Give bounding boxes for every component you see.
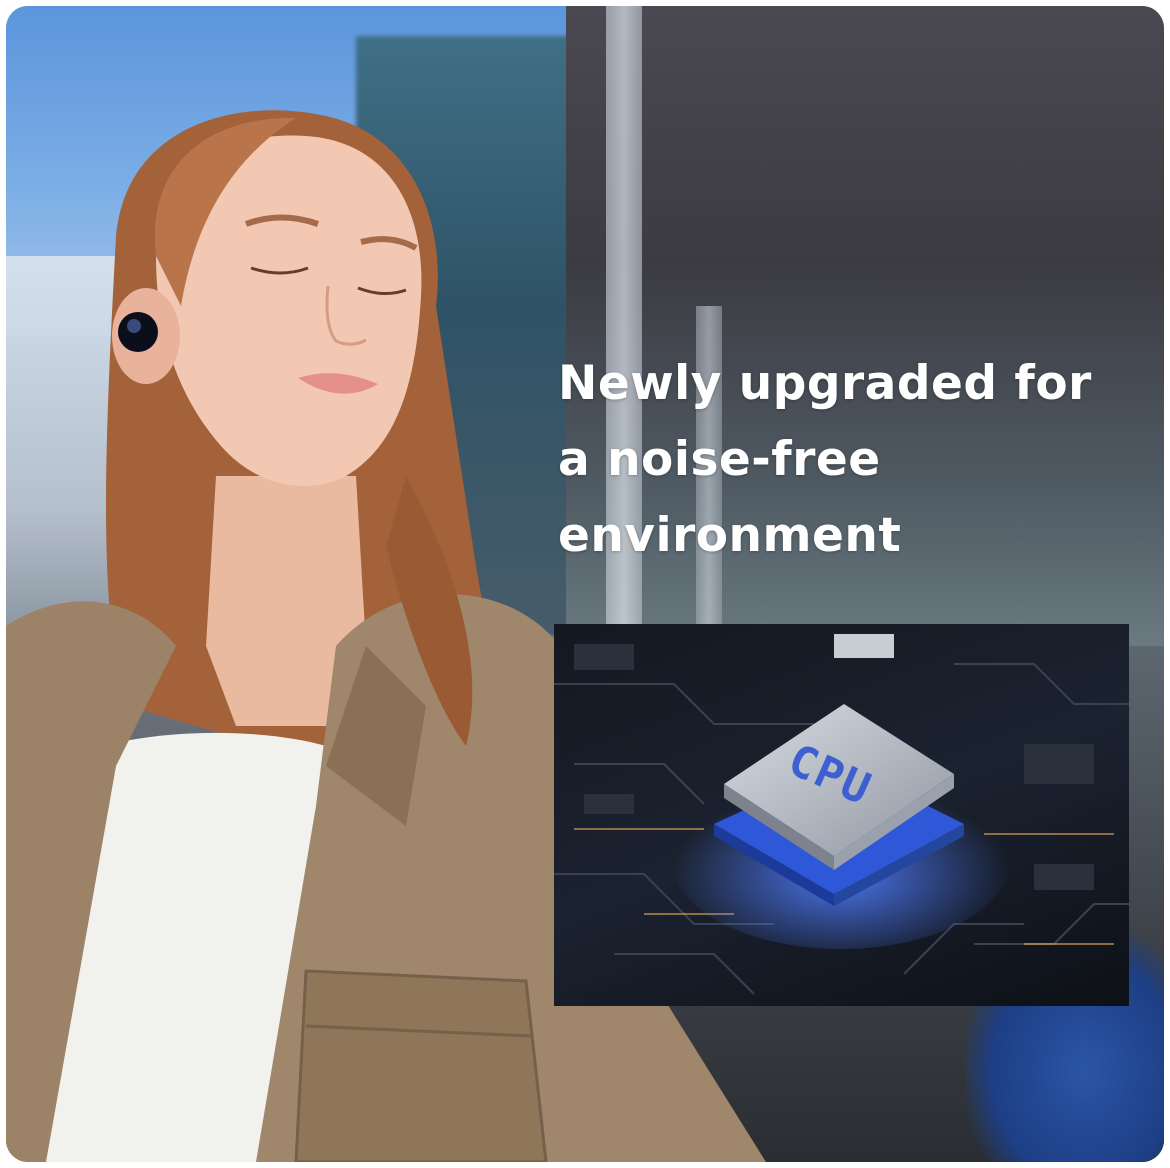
headline-line-2: a noise-free <box>558 432 881 487</box>
headline-line-3: environment <box>558 508 902 563</box>
circuit-board-illustration: CPU <box>554 634 1129 995</box>
headline: Newly upgraded for a noise-free environm… <box>558 346 1158 574</box>
jacket-pocket <box>294 969 548 1162</box>
earbud-icon <box>118 312 158 352</box>
headline-line-1: Newly upgraded for <box>558 356 1092 411</box>
product-banner: Newly upgraded for a noise-free environm… <box>6 6 1164 1162</box>
cpu-chip-image: CPU <box>554 624 1129 1006</box>
